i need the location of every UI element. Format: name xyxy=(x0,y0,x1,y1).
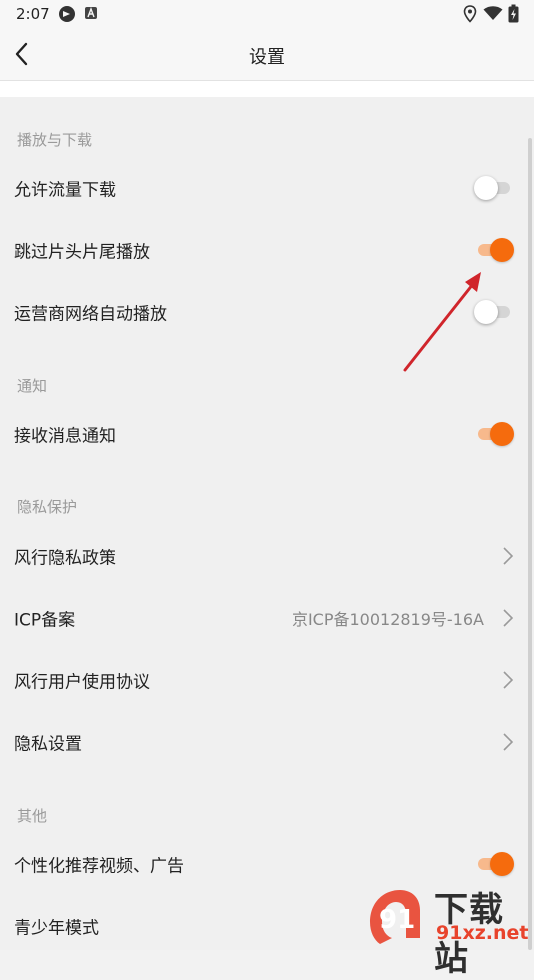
toggle-knob xyxy=(474,176,498,200)
app-notification-icon xyxy=(59,6,75,22)
section-title-notify: 通知 xyxy=(17,377,48,395)
setting-label: 隐私设置 xyxy=(14,734,82,755)
location-icon xyxy=(463,5,477,23)
chevron-right-icon xyxy=(503,547,514,565)
toggle-knob xyxy=(490,238,514,262)
personalized-recommendations-toggle[interactable] xyxy=(474,852,514,876)
header-divider-strip xyxy=(0,81,534,97)
watermark-logo-text: 91 xyxy=(379,905,415,935)
allow-data-download-toggle[interactable] xyxy=(474,176,514,200)
skip-intro-outro-toggle[interactable] xyxy=(474,238,514,262)
setting-label: 允许流量下载 xyxy=(14,180,116,201)
setting-label: 风行用户使用协议 xyxy=(14,672,150,693)
chevron-right-icon xyxy=(503,671,514,689)
watermark-logo-icon: 91 xyxy=(370,890,420,944)
chevron-right-icon xyxy=(503,609,514,627)
app-header: 设置 xyxy=(0,28,534,81)
icp-number-value: 京ICP备10012819号-16A xyxy=(291,610,484,629)
setting-label: 风行隐私政策 xyxy=(14,548,116,569)
setting-label: 接收消息通知 xyxy=(14,426,116,447)
scrollbar[interactable] xyxy=(528,138,532,950)
section-title-playback: 播放与下载 xyxy=(17,131,93,149)
section-title-other: 其他 xyxy=(17,807,48,825)
setting-row-user-agreement[interactable]: 风行用户使用协议 xyxy=(0,650,528,710)
status-bar: 2:07 xyxy=(0,0,534,28)
watermark-url: 91xz.net xyxy=(436,922,529,944)
page-title: 设置 xyxy=(249,47,285,68)
setting-row-privacy-policy[interactable]: 风行隐私政策 xyxy=(0,526,528,586)
setting-label: 跳过片头片尾播放 xyxy=(14,242,150,263)
setting-row-receive-notifications: 接收消息通知 xyxy=(0,404,528,464)
status-time: 2:07 xyxy=(16,5,50,23)
setting-row-allow-data-download: 允许流量下载 xyxy=(0,158,528,218)
setting-label: 个性化推荐视频、广告 xyxy=(14,856,184,877)
toggle-knob xyxy=(490,852,514,876)
watermark: 91 下载站 91xz.net xyxy=(362,880,534,979)
a-notification-icon xyxy=(85,7,97,19)
chevron-right-icon xyxy=(503,733,514,751)
toggle-knob xyxy=(490,422,514,446)
setting-label: 运营商网络自动播放 xyxy=(14,304,167,325)
section-title-privacy: 隐私保护 xyxy=(17,498,78,516)
wifi-icon xyxy=(483,6,503,20)
setting-row-icp-filing[interactable]: ICP备案 京ICP备10012819号-16A xyxy=(0,588,528,648)
battery-icon xyxy=(508,4,519,23)
receive-notifications-toggle[interactable] xyxy=(474,422,514,446)
setting-label: ICP备案 xyxy=(14,610,76,631)
annotation-arrow-icon xyxy=(403,272,481,372)
setting-label: 青少年模式 xyxy=(14,918,99,939)
setting-row-privacy-settings[interactable]: 隐私设置 xyxy=(0,712,528,772)
